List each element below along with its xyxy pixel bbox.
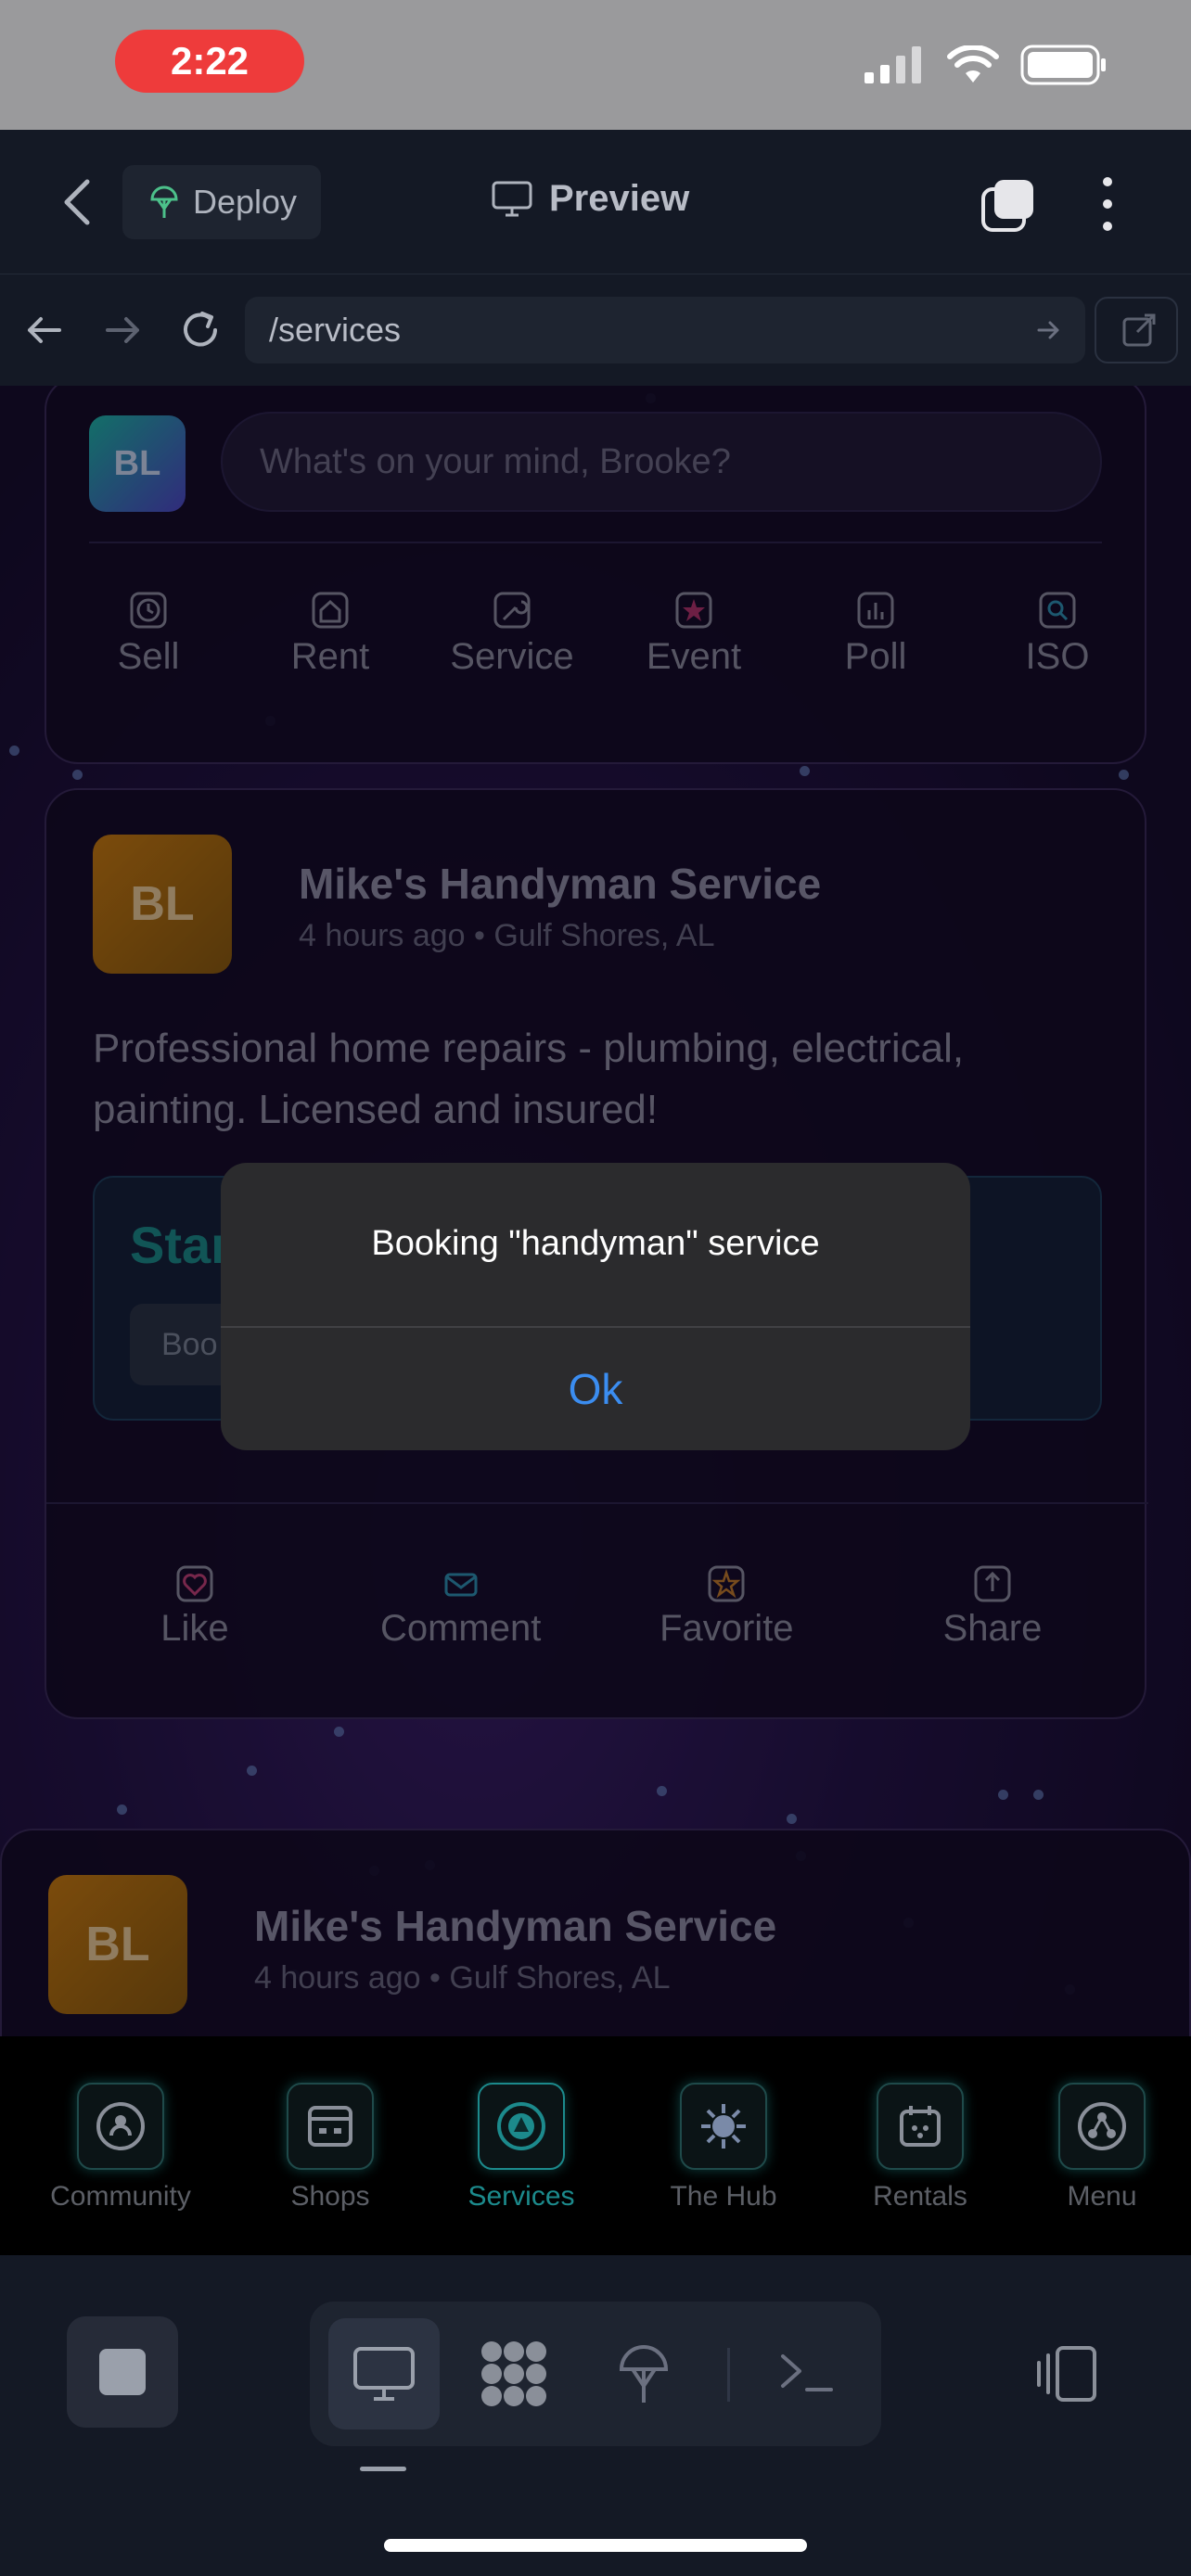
dev-toolbar [0, 2255, 1191, 2576]
tab-menu[interactable]: Menu [1009, 2083, 1191, 2213]
home-indicator [384, 2539, 807, 2552]
tab-the-hub[interactable]: The Hub [631, 2083, 816, 2213]
status-icons [864, 45, 1108, 85]
deploy-view-button[interactable] [588, 2318, 699, 2429]
deploy-icon [150, 185, 178, 218]
browser-forward-icon[interactable] [100, 308, 145, 352]
selection-indicator [360, 2467, 406, 2471]
status-bar: 2:22 [0, 0, 1191, 130]
battery-icon [1020, 45, 1106, 85]
preview-label: Preview [549, 178, 690, 219]
app-bar: Deploy Preview [0, 130, 1191, 274]
apps-view-button[interactable] [458, 2318, 570, 2429]
divider [727, 2348, 730, 2402]
wifi-icon [947, 45, 999, 83]
rentals-icon [877, 2083, 964, 2170]
stop-button[interactable] [67, 2316, 178, 2428]
grid-blob-icon [481, 2341, 546, 2406]
alert-message: Booking "handyman" service [371, 1224, 820, 1263]
tab-shops[interactable]: Shops [237, 2083, 423, 2213]
device-toggle-icon[interactable] [1033, 2346, 1100, 2402]
preview-view-button[interactable] [328, 2318, 440, 2429]
hub-icon [680, 2083, 767, 2170]
tab-label: Shops [290, 2181, 370, 2212]
back-chevron-icon[interactable] [56, 176, 102, 228]
tabs-icon[interactable] [980, 178, 1035, 234]
ok-button[interactable]: Ok [221, 1328, 970, 1450]
view-switcher [310, 2302, 881, 2446]
go-arrow-icon[interactable] [1035, 317, 1061, 343]
shop-icon [287, 2083, 374, 2170]
tab-label: Rentals [873, 2181, 967, 2212]
terminal-view-button[interactable] [751, 2318, 863, 2429]
deploy-button[interactable]: Deploy [122, 165, 321, 239]
signal-icon [864, 46, 921, 83]
monitor-icon [492, 181, 532, 216]
deploy-icon [619, 2345, 669, 2403]
tab-label: Services [467, 2181, 575, 2212]
monitor-icon [353, 2347, 415, 2401]
more-vertical-icon[interactable] [1096, 174, 1119, 234]
community-icon [77, 2083, 164, 2170]
browser-url-bar: /services [0, 274, 1191, 386]
reload-icon[interactable] [178, 308, 223, 352]
tab-community[interactable]: Community [28, 2083, 213, 2213]
preview-title: Preview [492, 178, 689, 220]
alert-dialog: Booking "handyman" service Ok [221, 1163, 970, 1450]
tab-services[interactable]: Services [429, 2083, 614, 2213]
tab-label: The Hub [670, 2181, 777, 2212]
external-link-icon [1122, 313, 1156, 347]
open-external-button[interactable] [1095, 297, 1178, 363]
url-input[interactable]: /services [245, 297, 1085, 363]
browser-back-icon[interactable] [22, 308, 67, 352]
terminal-icon [781, 2354, 833, 2391]
stop-icon [99, 2349, 146, 2395]
status-time: 2:22 [115, 30, 304, 93]
tab-label: Community [50, 2181, 191, 2212]
deploy-label: Deploy [193, 183, 298, 221]
bottom-tab-bar: Community Shops Services The Hub Rentals… [0, 2036, 1191, 2255]
services-icon [478, 2083, 565, 2170]
tab-label: Menu [1067, 2181, 1137, 2212]
tab-rentals[interactable]: Rentals [827, 2083, 1013, 2213]
menu-icon [1058, 2083, 1146, 2170]
url-text: /services [269, 311, 402, 349]
